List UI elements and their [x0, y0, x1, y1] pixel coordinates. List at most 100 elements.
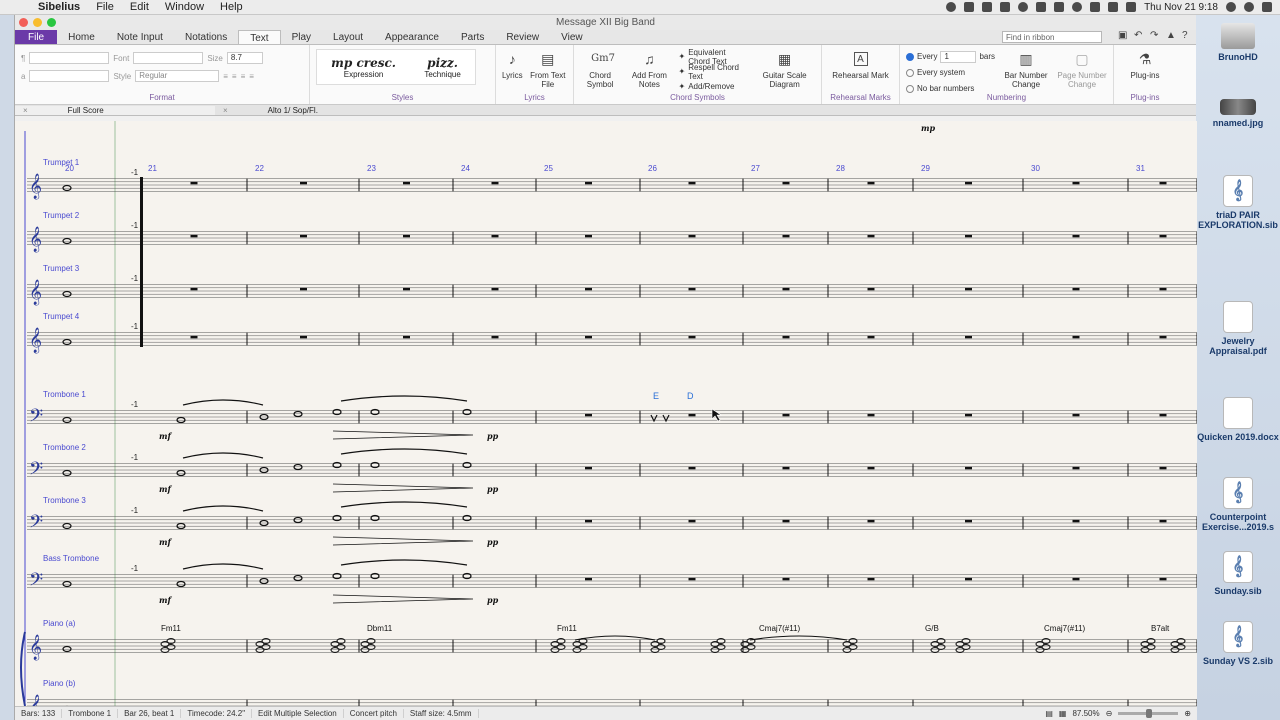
minimize-window-button[interactable] — [33, 18, 42, 27]
add-remove-button[interactable]: ✦ Add/Remove — [679, 79, 749, 94]
menu-help[interactable]: Help — [212, 1, 251, 13]
gmail-icon[interactable] — [1000, 2, 1011, 12]
clef-symbol: 𝄞 — [29, 279, 42, 305]
zoom-slider[interactable] — [1118, 709, 1179, 718]
redo-icon[interactable]: ↷ — [1150, 31, 1160, 41]
zoom-slider-handle[interactable] — [1146, 709, 1153, 718]
screen-icon[interactable] — [982, 2, 993, 12]
dynamic-marking: pp — [487, 595, 499, 605]
help-icon[interactable]: ? — [1182, 31, 1192, 41]
desktop-icon-sib-4[interactable]: Sunday VS 2.sib — [1196, 621, 1280, 666]
pause-icon[interactable] — [964, 2, 975, 12]
bar-number-change-button[interactable]: ▥ Bar Number Change — [1003, 49, 1049, 89]
desktop-icon-image[interactable]: nnamed.jpg — [1196, 99, 1280, 128]
char-style-dropdown[interactable] — [29, 70, 110, 82]
align-right-icon[interactable]: ≡ — [241, 72, 246, 81]
score-canvas[interactable]: Trumpet 1 𝄞 -1 Trumpet 2 𝄞 -1 Trumpet 3 𝄞 -1 Trum… — [15, 121, 1197, 706]
time-machine-icon[interactable] — [1018, 2, 1029, 12]
close-tab-icon[interactable]: × — [223, 106, 228, 115]
tab-review[interactable]: Review — [495, 30, 550, 44]
lyrics-button[interactable]: ♪ Lyrics — [502, 49, 523, 80]
no-bar-numbers-radio[interactable] — [906, 84, 914, 93]
desktop-icon-drive[interactable]: BrunoHD — [1196, 23, 1280, 62]
close-tab-icon[interactable]: × — [23, 106, 28, 115]
battery-icon[interactable] — [1108, 2, 1119, 12]
zoom-in-icon[interactable]: ⊕ — [1184, 709, 1191, 718]
tab-view[interactable]: View — [550, 30, 594, 44]
menu-file[interactable]: File — [88, 1, 122, 13]
collapse-ribbon-icon[interactable]: ▲ — [1166, 31, 1176, 41]
menu-app[interactable]: Sibelius — [30, 1, 88, 13]
siri-icon[interactable] — [1244, 2, 1254, 12]
plugins-button[interactable]: ⚗ Plug-ins — [1131, 49, 1160, 80]
save-icon[interactable]: ▣ — [1118, 31, 1128, 41]
add-from-notes-button[interactable]: ♫ Add From Notes — [626, 49, 672, 89]
rehearsal-mark-button[interactable]: A Rehearsal Mark — [832, 49, 889, 80]
tab-text[interactable]: Text — [238, 30, 281, 44]
page-number-change-button[interactable]: ▢ Page Number Change — [1057, 49, 1107, 89]
zoom-out-icon[interactable]: ⊖ — [1106, 709, 1113, 718]
desktop-icon-sib-3[interactable]: Sunday.sib — [1196, 551, 1280, 596]
text-style-dropdown[interactable] — [29, 52, 110, 64]
tab-file[interactable]: File — [15, 30, 58, 44]
style-expression[interactable]: mp cresc. Expression — [331, 56, 396, 79]
bluetooth-icon[interactable] — [1054, 2, 1065, 12]
align-center-icon[interactable]: ≡ — [232, 72, 237, 81]
macos-menubar: Sibelius File Edit Window Help Thu Nov 2… — [0, 0, 1280, 15]
menu-window[interactable]: Window — [157, 1, 212, 13]
desktop-icon-docx[interactable]: Quicken 2019.docx — [1196, 397, 1280, 442]
tab-note-input[interactable]: Note Input — [106, 30, 174, 44]
size-input[interactable]: 8.7 — [226, 52, 263, 64]
text-file-icon: ▤ — [541, 51, 555, 67]
notification-center-icon[interactable] — [1262, 2, 1272, 12]
close-window-button[interactable] — [19, 18, 28, 27]
undo-icon[interactable]: ↶ — [1134, 31, 1144, 41]
tab-alto-part[interactable]: × Alto 1/ Sop/Fl. — [215, 106, 326, 115]
from-text-file-button[interactable]: ▤ From Text File — [529, 49, 567, 89]
font-label: Font — [113, 53, 130, 63]
chord-symbol-button[interactable]: Gm7 Chord Symbol — [580, 49, 620, 89]
every-bars-radio[interactable] — [906, 52, 914, 61]
bar-rest — [782, 181, 790, 185]
font-dropdown[interactable] — [133, 52, 204, 64]
bar-rest — [1072, 413, 1080, 417]
bar-number: 20 — [65, 164, 74, 173]
styles-gallery[interactable]: mp cresc. Expression pizz. Technique — [316, 49, 476, 85]
every-bars-input[interactable]: 1 — [940, 50, 977, 63]
spotlight-icon[interactable] — [1226, 2, 1236, 12]
record-icon[interactable] — [946, 2, 957, 12]
volume-icon[interactable] — [1090, 2, 1101, 12]
tab-appearance[interactable]: Appearance — [374, 30, 450, 44]
tab-full-score[interactable]: × Full Score — [15, 105, 215, 115]
menubar-clock[interactable]: Thu Nov 21 9:18 — [1144, 2, 1218, 13]
plugins-group: ⚗ Plug-ins Plug-ins — [1114, 45, 1176, 104]
view-mode-icon[interactable]: ▤ — [1045, 709, 1053, 718]
wifi-icon[interactable] — [1072, 2, 1083, 12]
menu-edit[interactable]: Edit — [122, 1, 157, 13]
tab-notations[interactable]: Notations — [174, 30, 238, 44]
tab-play[interactable]: Play — [281, 30, 322, 44]
bar-rest — [965, 466, 972, 470]
bar-number: 30 — [1031, 164, 1040, 173]
ribbon-search-input[interactable]: Find in ribbon — [1002, 31, 1102, 43]
desktop-icon-pdf[interactable]: Jewelry Appraisal.pdf — [1196, 301, 1280, 356]
sibelius-window: Message XII Big Band File Home Note Inpu… — [14, 15, 1197, 720]
flag-icon[interactable] — [1126, 2, 1137, 12]
fullscreen-window-button[interactable] — [47, 18, 56, 27]
respell-chord-text-button[interactable]: ✦ Respell Chord Text — [679, 63, 749, 81]
tab-home[interactable]: Home — [57, 30, 106, 44]
guitar-scale-diagram-button[interactable]: ▦ Guitar Scale Diagram — [754, 49, 815, 89]
tab-layout[interactable]: Layout — [322, 30, 374, 44]
page-view-icon[interactable]: ▦ — [1059, 709, 1067, 718]
airplay-icon[interactable] — [1036, 2, 1047, 12]
justify-icon[interactable]: ≡ — [249, 72, 254, 81]
instrument-name: Trombone 2 — [43, 443, 86, 452]
align-left-icon[interactable]: ≡ — [223, 72, 228, 81]
tab-parts[interactable]: Parts — [450, 30, 495, 44]
bar-rest — [491, 335, 499, 339]
desktop-icon-sib-1[interactable]: triaD PAIR EXPLORATION.sib — [1196, 175, 1280, 230]
style-technique[interactable]: pizz. Technique — [424, 56, 460, 79]
style-dropdown[interactable]: Regular — [135, 70, 220, 82]
every-system-radio[interactable] — [906, 68, 914, 77]
desktop-icon-sib-2[interactable]: Counterpoint Exercise...2019.s — [1196, 477, 1280, 532]
